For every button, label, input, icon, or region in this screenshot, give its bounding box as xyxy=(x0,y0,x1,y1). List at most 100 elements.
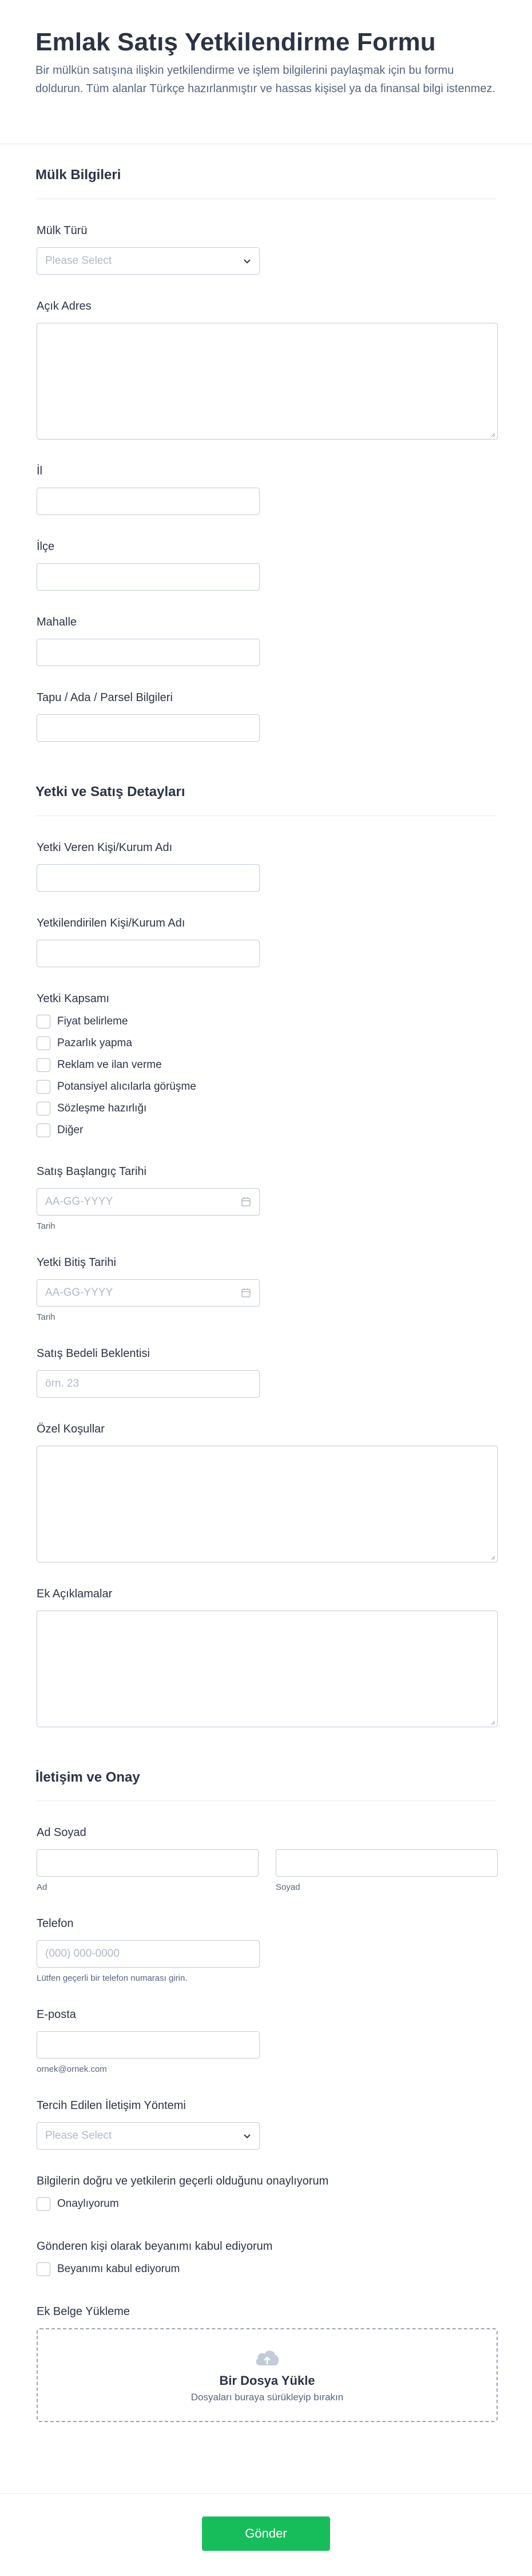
name-row: Ad Soyad xyxy=(37,1849,498,1892)
scope-option[interactable]: Pazarlık yapma xyxy=(37,1032,495,1054)
field-upload: Ek Belge Yükleme Bir Dosya Yükle Dosyala… xyxy=(35,2304,498,2423)
declaration-option-label: Beyanımı kabul ediyorum xyxy=(57,2263,180,2276)
start-date-label: Satış Başlangıç Tarihi xyxy=(37,1165,146,1178)
checkbox[interactable] xyxy=(37,1079,50,1094)
end-date-placeholder: AA-GG-YYYY xyxy=(45,1286,113,1299)
contact-method-select[interactable]: Please Select xyxy=(37,2122,260,2150)
scope-option-label: Reklam ve ilan verme xyxy=(57,1058,162,1071)
grantor-label: Yetki Veren Kişi/Kurum Adı xyxy=(37,841,173,854)
field-conditions: Özel Koşullar xyxy=(35,1422,498,1562)
end-date-input[interactable]: AA-GG-YYYY xyxy=(37,1279,260,1307)
checkbox[interactable] xyxy=(37,1014,50,1028)
field-phone: Telefon (000) 000-0000 Lütfen geçerli bi… xyxy=(35,1916,497,1983)
start-date-input[interactable]: AA-GG-YYYY xyxy=(37,1188,260,1216)
field-price: Satış Bedeli Beklentisi örn. 23 xyxy=(35,1346,497,1398)
section-title-authorization: Yetki ve Satış Detayları xyxy=(35,742,497,816)
last-name-input[interactable] xyxy=(276,1849,498,1877)
price-input[interactable]: örn. 23 xyxy=(37,1370,260,1398)
contact-method-placeholder: Please Select xyxy=(45,2130,112,2142)
upload-subtitle: Dosyaları buraya sürükleyip bırakın xyxy=(190,2392,344,2403)
field-address: Açık Adres xyxy=(35,299,498,440)
checkbox[interactable] xyxy=(37,2262,50,2277)
email-input[interactable] xyxy=(37,2031,260,2059)
field-scope: Yetki Kapsamı Fiyat belirleme Pazarlık y… xyxy=(35,991,497,1141)
field-confirm: Bilgilerin doğru ve yetkilerin geçerli o… xyxy=(35,2174,497,2215)
submit-button[interactable]: Gönder xyxy=(202,2516,330,2551)
scope-option[interactable]: Diğer xyxy=(37,1119,495,1141)
property-type-placeholder: Please Select xyxy=(45,254,112,267)
upload-title: Bir Dosya Yükle xyxy=(219,2373,315,2388)
declaration-label: Gönderen kişi olarak beyanımı kabul ediy… xyxy=(37,2240,273,2253)
field-notes: Ek Açıklamalar xyxy=(35,1586,498,1727)
field-contact-method: Tercih Edilen İletişim Yöntemi Please Se… xyxy=(35,2098,497,2150)
file-upload-dropzone[interactable]: Bir Dosya Yükle Dosyaları buraya sürükle… xyxy=(37,2328,498,2423)
phone-placeholder: (000) 000-0000 xyxy=(45,1948,120,1960)
confirm-label: Bilgilerin doğru ve yetkilerin geçerli o… xyxy=(37,2175,329,2188)
field-end-date: Yetki Bitiş Tarihi AA-GG-YYYY Tarih xyxy=(35,1255,497,1322)
email-sublabel: ornek@ornek.com xyxy=(37,2064,107,2075)
form-title: Emlak Satış Yetkilendirme Formu xyxy=(35,28,436,56)
chevron-down-icon xyxy=(244,2134,251,2139)
confirm-option[interactable]: Onaylıyorum xyxy=(37,2193,495,2215)
field-declaration: Gönderen kişi olarak beyanımı kabul ediy… xyxy=(35,2239,497,2280)
last-name-col: Soyad xyxy=(276,1849,498,1892)
scope-option-label: Diğer xyxy=(57,1123,84,1136)
resize-handle-icon xyxy=(491,1720,495,1724)
section-title-contact: İletişim ve Onay xyxy=(35,1727,497,1802)
contact-method-label: Tercih Edilen İletişim Yöntemi xyxy=(37,2099,186,2112)
city-input[interactable] xyxy=(37,487,260,515)
price-placeholder: örn. 23 xyxy=(45,1377,80,1390)
scope-option[interactable]: Potansiyel alıcılarla görüşme xyxy=(37,1076,495,1098)
form-page: Emlak Satış Yetkilendirme Formu Bir mülk… xyxy=(0,0,532,2576)
field-grantee: Yetkilendirilen Kişi/Kurum Adı xyxy=(35,916,497,967)
address-label: Açık Adres xyxy=(37,299,92,312)
district-label: İlçe xyxy=(37,540,55,553)
scope-option-label: Sözleşme hazırlığı xyxy=(57,1102,147,1114)
notes-textarea[interactable] xyxy=(37,1610,498,1727)
end-date-sublabel: Tarih xyxy=(37,1312,55,1322)
address-textarea[interactable] xyxy=(37,322,498,440)
checkbox[interactable] xyxy=(37,2197,50,2211)
scope-option[interactable]: Fiyat belirleme xyxy=(37,1011,495,1032)
scope-option-label: Potansiyel alıcılarla görüşme xyxy=(57,1080,196,1093)
full-name-label: Ad Soyad xyxy=(37,1826,86,1839)
phone-label: Telefon xyxy=(37,1917,74,1930)
city-label: İl xyxy=(37,464,42,477)
grantee-label: Yetkilendirilen Kişi/Kurum Adı xyxy=(37,916,185,929)
start-date-sublabel: Tarih xyxy=(37,1221,55,1231)
first-name-input[interactable] xyxy=(37,1849,259,1877)
deed-input[interactable] xyxy=(37,714,260,742)
conditions-textarea[interactable] xyxy=(37,1445,498,1562)
field-deed: Tapu / Ada / Parsel Bilgileri xyxy=(35,690,497,742)
calendar-icon[interactable] xyxy=(241,1197,251,1207)
checkbox[interactable] xyxy=(37,1123,50,1137)
resize-handle-icon xyxy=(491,433,495,437)
scope-option[interactable]: Sözleşme hazırlığı xyxy=(37,1098,495,1119)
email-label: E-posta xyxy=(37,2008,76,2021)
district-input[interactable] xyxy=(37,563,260,591)
phone-input[interactable]: (000) 000-0000 xyxy=(37,1940,260,1968)
cloud-upload-icon xyxy=(256,2351,279,2366)
phone-sublabel: Lütfen geçerli bir telefon numarası giri… xyxy=(37,1973,188,1984)
checkbox[interactable] xyxy=(37,1036,50,1050)
checkbox[interactable] xyxy=(37,1101,50,1115)
calendar-icon[interactable] xyxy=(241,1288,251,1298)
field-grantor: Yetki Veren Kişi/Kurum Adı xyxy=(35,840,497,892)
grantee-input[interactable] xyxy=(37,939,260,967)
form-description: Bir mülkün satışına ilişkin yetkilendirm… xyxy=(35,64,496,95)
form-header: Emlak Satış Yetkilendirme Formu Bir mülk… xyxy=(0,0,532,144)
checkbox[interactable] xyxy=(37,1058,50,1072)
property-type-label: Mülk Türü xyxy=(37,224,88,237)
scope-label: Yetki Kapsamı xyxy=(37,992,110,1005)
conditions-label: Özel Koşullar xyxy=(37,1422,105,1435)
scope-option[interactable]: Reklam ve ilan verme xyxy=(37,1054,495,1076)
field-district: İlçe xyxy=(35,539,497,591)
field-email: E-posta ornek@ornek.com xyxy=(35,2007,497,2074)
last-name-sublabel: Soyad xyxy=(276,1882,300,1893)
property-type-select[interactable]: Please Select xyxy=(37,247,260,275)
grantor-input[interactable] xyxy=(37,864,260,892)
price-label: Satış Bedeli Beklentisi xyxy=(37,1347,150,1360)
declaration-option[interactable]: Beyanımı kabul ediyorum xyxy=(37,2258,495,2280)
start-date-placeholder: AA-GG-YYYY xyxy=(45,1195,113,1208)
neighborhood-input[interactable] xyxy=(37,638,260,666)
